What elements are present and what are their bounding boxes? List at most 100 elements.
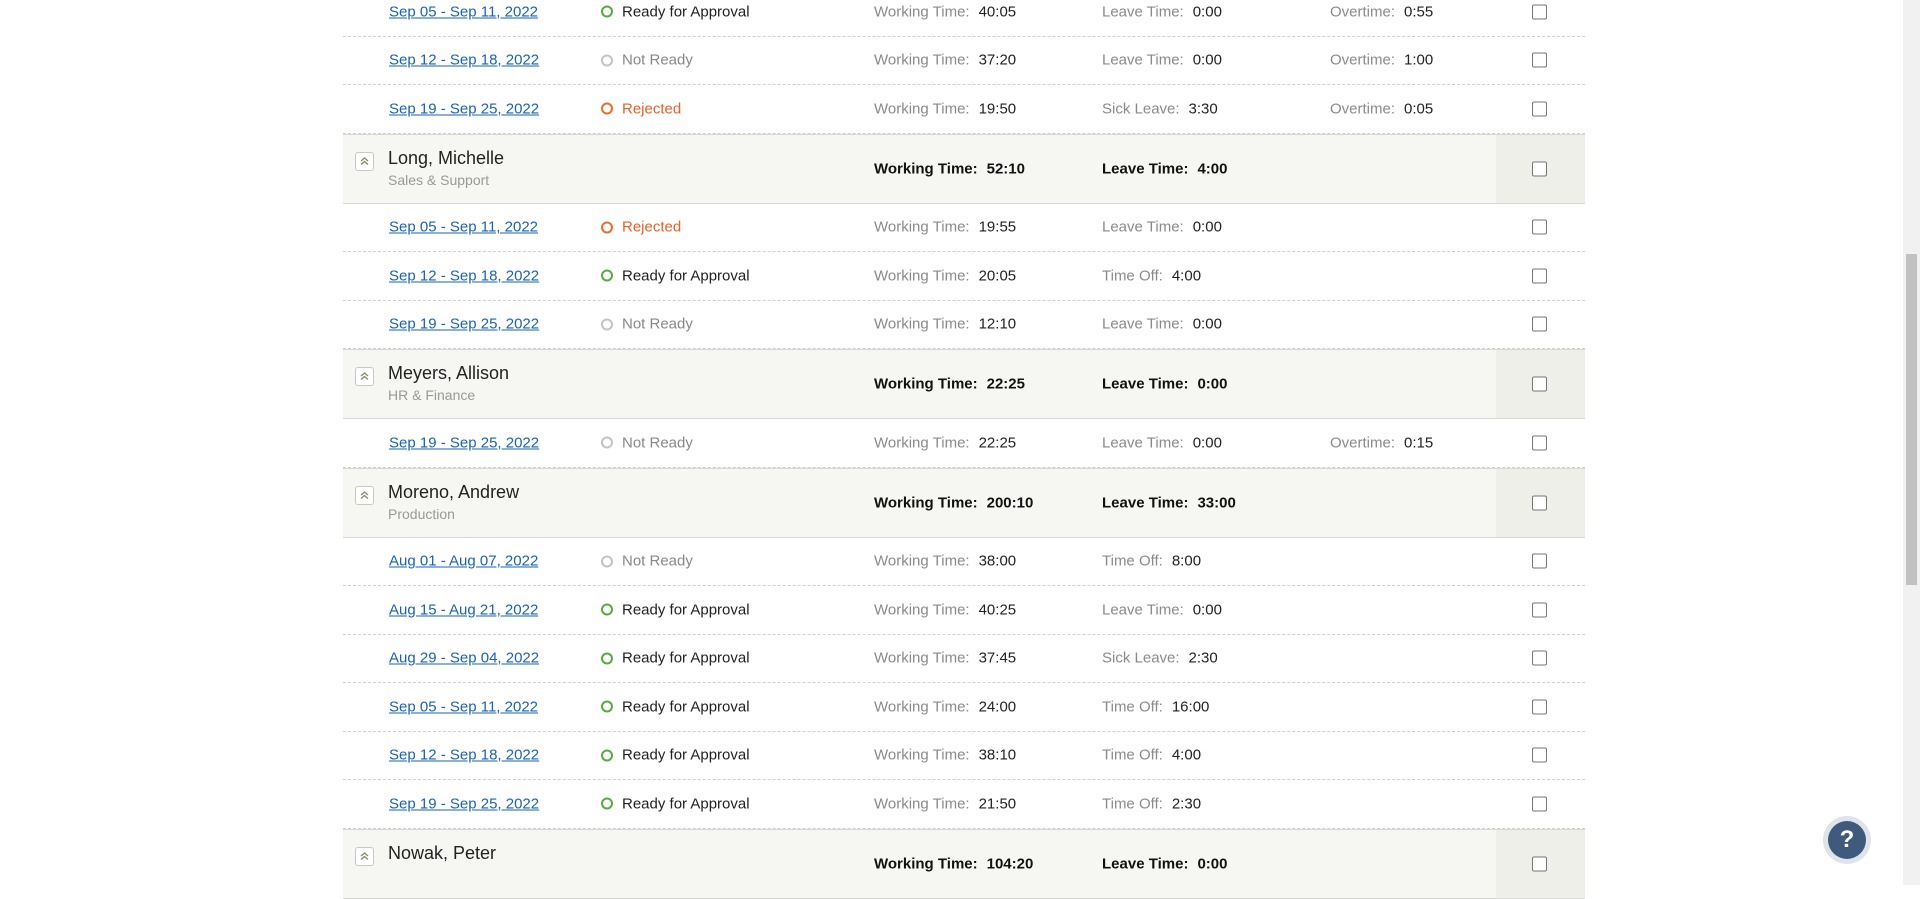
timesheet-select-checkbox[interactable] [1532, 52, 1547, 68]
status-dot-icon [601, 221, 613, 234]
status-badge: Ready for Approval [601, 698, 750, 715]
timesheet-week-row: Sep 12 - Sep 18, 2022 Ready for Approval W… [343, 252, 1585, 301]
working-time: Working Time: 37:20 [874, 51, 1017, 69]
scrollbar-thumb[interactable] [1906, 254, 1917, 585]
timesheet-select-checkbox[interactable] [1532, 101, 1547, 117]
chevron-up-double-icon [360, 851, 369, 860]
leave-time: Leave Time: 0:00 [1102, 315, 1222, 333]
working-time: Working Time: 12:10 [874, 315, 1017, 333]
leave-time: Time Off: 4:00 [1102, 267, 1202, 285]
timesheet-select-checkbox[interactable] [1532, 747, 1547, 763]
status-dot-icon [601, 102, 613, 115]
leave-time: Time Off: 8:00 [1102, 552, 1202, 570]
status-badge: Ready for Approval [601, 795, 750, 812]
week-range-link[interactable]: Aug 01 - Aug 07, 2022 [389, 553, 538, 570]
timesheet-select-checkbox[interactable] [1532, 219, 1547, 235]
timesheet-select-checkbox[interactable] [1532, 316, 1547, 332]
working-time: Working Time: 22:25 [874, 434, 1017, 452]
chevron-up-double-icon [360, 156, 369, 165]
week-range-link[interactable]: Sep 19 - Sep 25, 2022 [389, 316, 539, 333]
timesheet-week-row: Sep 19 - Sep 25, 2022 Rejected Working Tim… [343, 85, 1585, 134]
status-dot-icon [601, 749, 613, 762]
working-time: Working Time: 19:50 [874, 100, 1017, 118]
chevron-up-double-icon [360, 372, 369, 381]
employee-header-row: Long, Michelle Sales & Support Working Tim… [343, 133, 1585, 204]
week-range-link[interactable]: Sep 05 - Sep 11, 2022 [389, 698, 538, 715]
week-range-link[interactable]: Sep 12 - Sep 18, 2022 [389, 267, 539, 284]
leave-time: Leave Time: 0:00 [1102, 3, 1222, 21]
working-time: Working Time: 40:05 [874, 3, 1017, 21]
employee-select-checkbox[interactable] [1532, 161, 1547, 176]
employee-select-checkbox[interactable] [1532, 856, 1547, 871]
collapse-toggle[interactable] [355, 485, 374, 505]
timesheet-select-checkbox[interactable] [1532, 650, 1547, 666]
working-time: Working Time: 40:25 [874, 601, 1017, 619]
employee-name: Nowak, Peter [388, 842, 497, 863]
status-dot-icon [601, 700, 613, 713]
leave-time: Time Off: 4:00 [1102, 746, 1202, 764]
total-leave-time: Leave Time: 0:00 [1102, 855, 1228, 872]
timesheet-select-checkbox[interactable] [1532, 602, 1547, 618]
employee-header-row: Nowak, Peter Working Time: 104:20 Leave Tim… [343, 828, 1585, 899]
overtime: Overtime: 0:15 [1330, 434, 1434, 452]
timesheet-select-checkbox[interactable] [1532, 553, 1547, 569]
timesheet-select-checkbox[interactable] [1532, 699, 1547, 715]
total-working-time: Working Time: 22:25 [874, 375, 1025, 393]
status-badge: Ready for Approval [601, 3, 750, 20]
timesheet-week-row: Sep 05 - Sep 11, 2022 Ready for Approval W… [343, 683, 1585, 732]
timesheet-week-row: Sep 19 - Sep 25, 2022 Not Ready Working Ti… [343, 419, 1585, 468]
status-badge: Ready for Approval [601, 601, 750, 618]
leave-time: Time Off: 2:30 [1102, 795, 1202, 813]
help-button[interactable]: ? [1823, 816, 1871, 864]
vertical-scrollbar[interactable] [1903, 0, 1920, 885]
working-time: Working Time: 38:10 [874, 746, 1017, 764]
timesheet-select-checkbox[interactable] [1532, 796, 1547, 812]
timesheet-week-row: Sep 05 - Sep 11, 2022 Ready for Approval W… [343, 0, 1585, 37]
timesheet-week-row: Sep 12 - Sep 18, 2022 Ready for Approval W… [343, 732, 1585, 780]
status-badge: Ready for Approval [601, 650, 750, 667]
timesheet-week-row: Sep 05 - Sep 11, 2022 Rejected Working Tim… [343, 204, 1585, 252]
leave-time: Time Off: 16:00 [1102, 698, 1210, 716]
week-range-link[interactable]: Sep 05 - Sep 11, 2022 [389, 219, 538, 236]
timesheet-select-checkbox[interactable] [1532, 268, 1547, 284]
week-range-link[interactable]: Aug 29 - Sep 04, 2022 [389, 650, 539, 667]
employee-department: Production [388, 505, 455, 522]
working-time: Working Time: 21:50 [874, 795, 1017, 813]
timesheet-approval-list: Sep 05 - Sep 11, 2022 Ready for Approval W… [343, 0, 1585, 899]
timesheet-week-row: Aug 15 - Aug 21, 2022 Ready for Approval W… [343, 586, 1585, 635]
timesheet-select-checkbox[interactable] [1532, 4, 1547, 20]
status-badge: Not Ready [601, 52, 693, 69]
total-leave-time: Leave Time: 0:00 [1102, 375, 1228, 393]
week-range-link[interactable]: Sep 12 - Sep 18, 2022 [389, 747, 539, 764]
employee-name: Meyers, Allison [388, 363, 510, 383]
week-range-link[interactable]: Sep 05 - Sep 11, 2022 [389, 3, 538, 20]
employee-select-checkbox[interactable] [1532, 495, 1547, 510]
question-icon: ? [1828, 821, 1866, 859]
overtime: Overtime: 0:05 [1330, 100, 1434, 118]
working-time: Working Time: 24:00 [874, 698, 1017, 716]
working-time: Working Time: 20:05 [874, 267, 1017, 285]
status-dot-icon [601, 269, 613, 282]
status-dot-icon [601, 318, 613, 331]
week-range-link[interactable]: Aug 15 - Aug 21, 2022 [389, 601, 538, 618]
timesheet-week-row: Sep 19 - Sep 25, 2022 Ready for Approval W… [343, 780, 1585, 829]
week-range-link[interactable]: Sep 12 - Sep 18, 2022 [389, 52, 539, 69]
total-working-time: Working Time: 200:10 [874, 494, 1034, 511]
chevron-up-double-icon [360, 490, 369, 499]
timesheet-select-checkbox[interactable] [1532, 435, 1547, 451]
week-range-link[interactable]: Sep 19 - Sep 25, 2022 [389, 100, 539, 117]
collapse-toggle[interactable] [355, 846, 374, 866]
collapse-toggle[interactable] [355, 151, 374, 171]
status-dot-icon [601, 603, 613, 616]
working-time: Working Time: 19:55 [874, 218, 1017, 236]
status-badge: Not Ready [601, 316, 693, 333]
timesheet-week-row: Aug 01 - Aug 07, 2022 Not Ready Working Ti… [343, 538, 1585, 586]
week-range-link[interactable]: Sep 19 - Sep 25, 2022 [389, 434, 539, 451]
leave-time: Sick Leave: 2:30 [1102, 649, 1218, 667]
employee-department: Sales & Support [388, 171, 490, 188]
collapse-toggle[interactable] [355, 367, 374, 386]
status-badge: Ready for Approval [601, 267, 750, 284]
employee-select-checkbox[interactable] [1532, 376, 1547, 392]
status-dot-icon [601, 5, 613, 18]
week-range-link[interactable]: Sep 19 - Sep 25, 2022 [389, 795, 539, 812]
